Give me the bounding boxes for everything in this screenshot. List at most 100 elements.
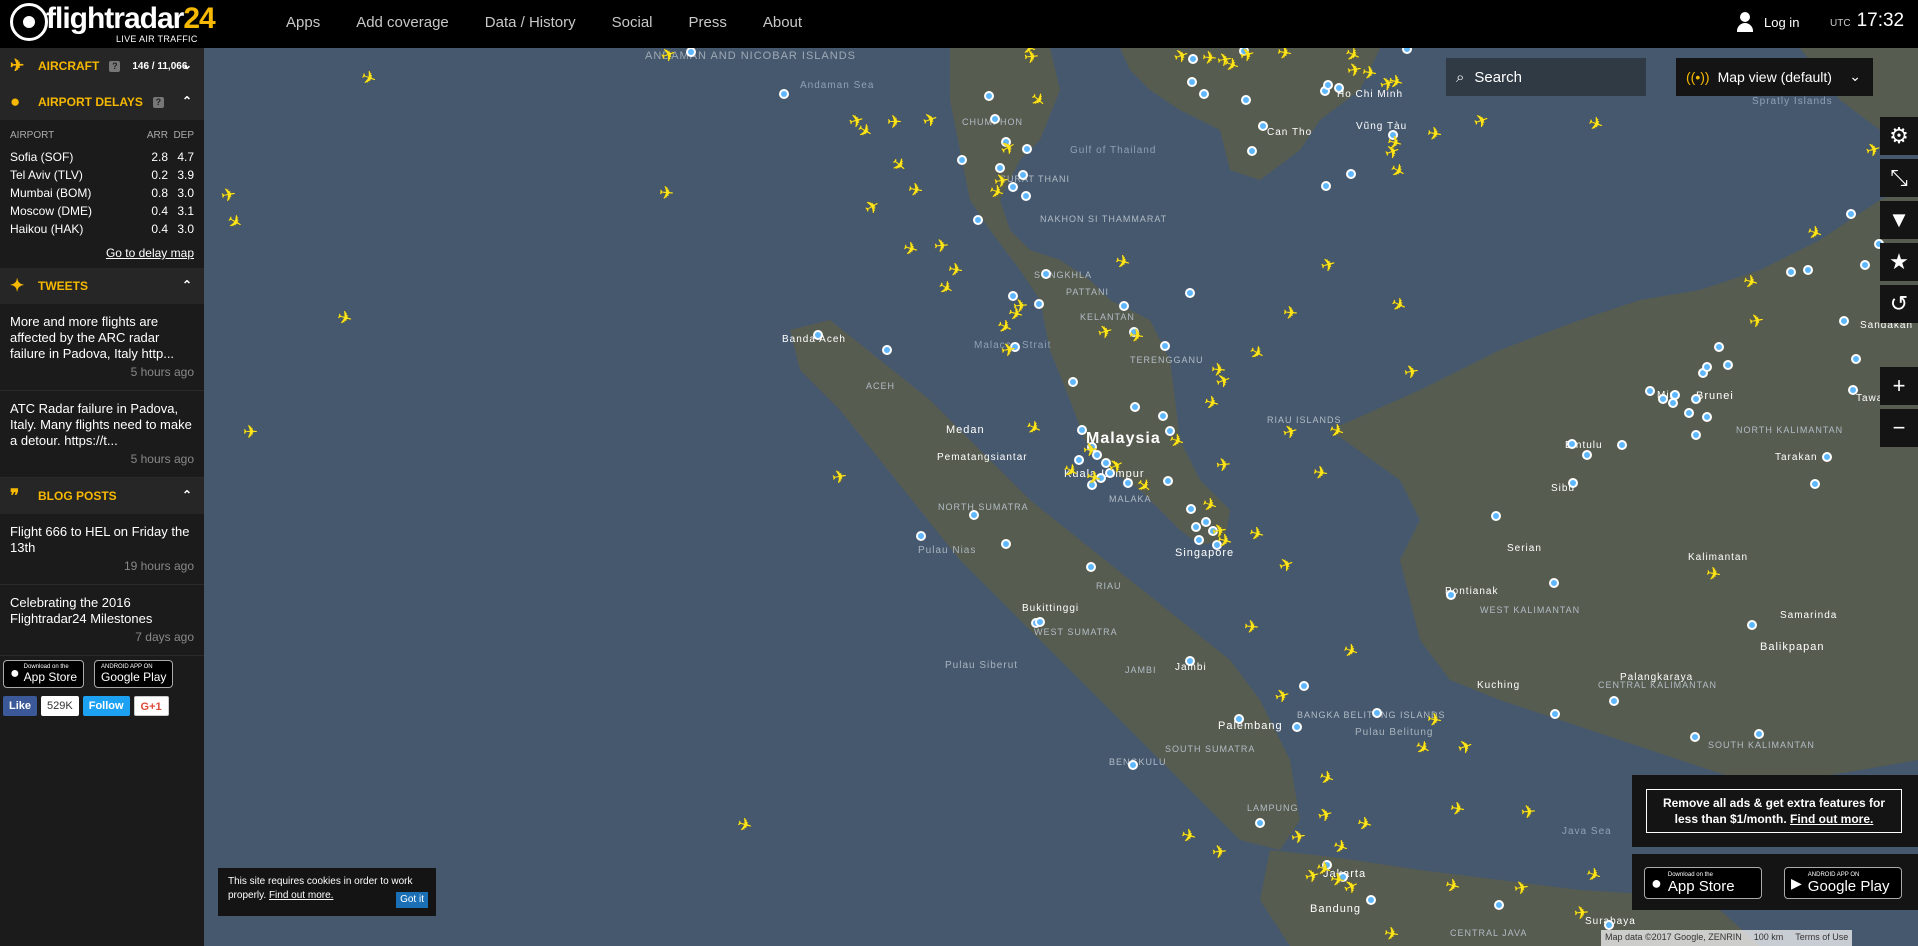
- airport-pin-icon[interactable]: [1702, 362, 1712, 372]
- airport-pin-icon[interactable]: [1160, 341, 1170, 351]
- airport-pin-icon[interactable]: [1234, 714, 1244, 724]
- tweets-header[interactable]: ✦ TWEETS ⌃: [0, 268, 204, 304]
- airport-pin-icon[interactable]: [1086, 562, 1096, 572]
- table-row[interactable]: Mumbai (BOM) 0.8 3.0: [10, 184, 194, 202]
- airport-pin-icon[interactable]: [1034, 299, 1044, 309]
- remove-ads-box[interactable]: Remove all ads & get extra features for …: [1646, 789, 1902, 833]
- airport-pin-icon[interactable]: [1446, 590, 1456, 600]
- cookie-link[interactable]: Find out more.: [269, 890, 333, 901]
- airport-pin-icon[interactable]: [1321, 181, 1331, 191]
- star-icon[interactable]: ★: [1880, 243, 1918, 281]
- airport-pin-icon[interactable]: [1754, 729, 1764, 739]
- blog-item[interactable]: Celebrating the 2016 Flightradar24 Miles…: [0, 585, 204, 656]
- airport-pin-icon[interactable]: [1191, 522, 1201, 532]
- airport-pin-icon[interactable]: [1803, 265, 1813, 275]
- airport-pin-icon[interactable]: [1123, 478, 1133, 488]
- airport-pin-icon[interactable]: [1658, 394, 1668, 404]
- aircraft-icon[interactable]: ✈: [933, 235, 950, 257]
- aircraft-icon[interactable]: ✈: [1520, 801, 1537, 823]
- nav-add-coverage[interactable]: Add coverage: [356, 0, 449, 48]
- aircraft-header[interactable]: ✈ AIRCRAFT ? 146 / 11,066 ⌄: [0, 48, 204, 84]
- aircraft-icon[interactable]: ✈: [1282, 302, 1299, 324]
- airport-pin-icon[interactable]: [1255, 818, 1265, 828]
- airport-pin-icon[interactable]: [1494, 900, 1504, 910]
- delay-map-link[interactable]: Go to delay map: [10, 246, 194, 260]
- airport-pin-icon[interactable]: [1645, 386, 1655, 396]
- aircraft-icon[interactable]: ✈: [1215, 454, 1232, 476]
- chevron-up-icon[interactable]: ⌃: [182, 488, 192, 502]
- terms-link[interactable]: Terms of Use: [1795, 932, 1848, 944]
- airport-pin-icon[interactable]: [1848, 385, 1858, 395]
- aircraft-icon[interactable]: ✈: [1082, 439, 1099, 461]
- airport-pin-icon[interactable]: [1822, 452, 1832, 462]
- airport-pin-icon[interactable]: [1747, 620, 1757, 630]
- search-input[interactable]: ⌕ Search: [1446, 58, 1646, 96]
- tweet-item[interactable]: ATC Radar failure in Padova, Italy. Many…: [0, 391, 204, 478]
- airport-pin-icon[interactable]: [1372, 708, 1382, 718]
- airport-pin-icon[interactable]: [1567, 439, 1577, 449]
- logo[interactable]: flightradar24 LIVE AIR TRAFFIC: [10, 2, 216, 44]
- airport-pin-icon[interactable]: [1846, 209, 1856, 219]
- nav-social[interactable]: Social: [612, 0, 653, 48]
- airport-pin-icon[interactable]: [1187, 77, 1197, 87]
- airport-pin-icon[interactable]: [1702, 412, 1712, 422]
- airport-pin-icon[interactable]: [1786, 267, 1796, 277]
- aircraft-icon[interactable]: ✈: [1012, 295, 1029, 317]
- airport-pin-icon[interactable]: [1068, 377, 1078, 387]
- airport-pin-icon[interactable]: [1119, 301, 1129, 311]
- facebook-like-button[interactable]: Like: [3, 696, 38, 716]
- aircraft-icon[interactable]: ✈: [1243, 616, 1260, 638]
- airport-delays-header[interactable]: ● AIRPORT DELAYS ? ⌃: [0, 84, 204, 120]
- airport-pin-icon[interactable]: [1018, 170, 1028, 180]
- airport-pin-icon[interactable]: [916, 531, 926, 541]
- airport-pin-icon[interactable]: [973, 215, 983, 225]
- blog-posts-header[interactable]: ❞ BLOG POSTS ⌃: [0, 478, 204, 514]
- airport-pin-icon[interactable]: [1247, 146, 1257, 156]
- airport-pin-icon[interactable]: [1185, 656, 1195, 666]
- nav-press[interactable]: Press: [689, 0, 727, 48]
- airport-pin-icon[interactable]: [1684, 408, 1694, 418]
- airport-pin-icon[interactable]: [1549, 578, 1559, 588]
- airport-pin-icon[interactable]: [984, 91, 994, 101]
- airport-pin-icon[interactable]: [969, 510, 979, 520]
- airport-pin-icon[interactable]: [1346, 169, 1356, 179]
- table-row[interactable]: Haikou (HAK) 0.4 3.0: [10, 220, 194, 238]
- airport-pin-icon[interactable]: [1604, 920, 1614, 930]
- twitter-follow-button[interactable]: Follow: [82, 696, 130, 716]
- airport-pin-icon[interactable]: [1851, 354, 1861, 364]
- airport-pin-icon[interactable]: [1668, 398, 1678, 408]
- settings-gear-icon[interactable]: ⚙: [1880, 117, 1918, 155]
- fullscreen-icon[interactable]: ⤡: [1880, 159, 1918, 197]
- help-icon[interactable]: ?: [109, 60, 121, 72]
- airport-pin-icon[interactable]: [1491, 511, 1501, 521]
- airport-pin-icon[interactable]: [1035, 617, 1045, 627]
- airport-pin-icon[interactable]: [1691, 394, 1701, 404]
- airport-pin-icon[interactable]: [1199, 89, 1209, 99]
- airport-pin-icon[interactable]: [1001, 539, 1011, 549]
- airport-pin-icon[interactable]: [1617, 440, 1627, 450]
- promo-link[interactable]: Find out more.: [1790, 812, 1873, 826]
- airport-pin-icon[interactable]: [779, 89, 789, 99]
- blog-item[interactable]: Flight 666 to HEL on Friday the 13th 19 …: [0, 514, 204, 585]
- airport-pin-icon[interactable]: [957, 155, 967, 165]
- airport-pin-icon[interactable]: [1299, 681, 1309, 691]
- table-row[interactable]: Moscow (DME) 0.4 3.1: [10, 202, 194, 220]
- airport-pin-icon[interactable]: [1860, 260, 1870, 270]
- map-view-dropdown[interactable]: ((•)) Map view (default) ⌄: [1676, 58, 1873, 96]
- airport-pin-icon[interactable]: [1041, 269, 1051, 279]
- airport-pin-icon[interactable]: [990, 114, 1000, 124]
- airport-pin-icon[interactable]: [1723, 360, 1733, 370]
- zoom-out-icon[interactable]: −: [1880, 409, 1918, 447]
- cookie-accept-button[interactable]: Got it: [396, 892, 428, 908]
- google-play-badge[interactable]: ▶ ANDROID APP ON Google Play: [1784, 867, 1902, 899]
- airport-pin-icon[interactable]: [1128, 760, 1138, 770]
- airport-pin-icon[interactable]: [1021, 191, 1031, 201]
- airport-pin-icon[interactable]: [1292, 722, 1302, 732]
- airport-pin-icon[interactable]: [1022, 144, 1032, 154]
- airport-pin-icon[interactable]: [1582, 450, 1592, 460]
- google-play-badge[interactable]: ANDROID APP ON Google Play: [94, 660, 174, 688]
- airport-pin-icon[interactable]: [882, 345, 892, 355]
- table-row[interactable]: Tel Aviv (TLV) 0.2 3.9: [10, 166, 194, 184]
- airport-pin-icon[interactable]: [1194, 535, 1204, 545]
- aircraft-icon[interactable]: ✈: [658, 182, 675, 204]
